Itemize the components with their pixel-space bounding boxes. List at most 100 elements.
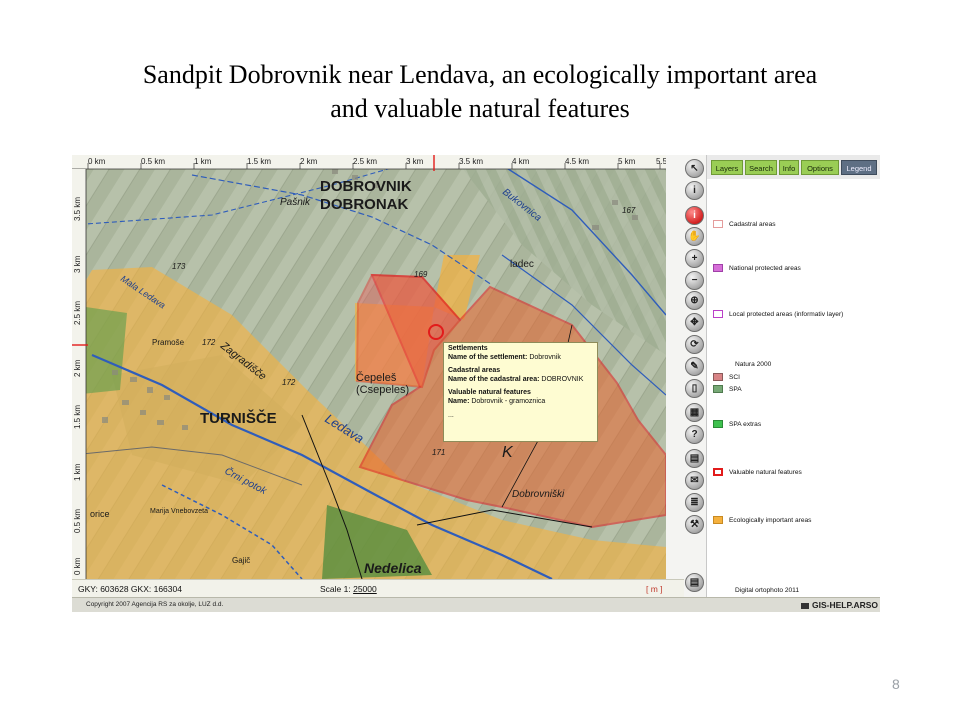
label-cepeles-hu: (Csepeles) — [356, 384, 409, 396]
legend-sci-swatch — [713, 373, 723, 382]
ruler-top-1: 0.5 km — [141, 157, 165, 166]
ruler-top-5: 2.5 km — [353, 157, 377, 166]
print-icon[interactable]: ▤ — [685, 449, 704, 468]
ruler-top-0: 0 km — [88, 157, 106, 166]
gis-viewer: 0 km 0.5 km 1 km 1.5 km 2 km 2.5 km 3 km… — [72, 155, 880, 612]
info-active-icon[interactable]: i — [685, 206, 704, 225]
ruler-left-0: 3.5 km — [73, 197, 82, 221]
legend-sci: SCI — [713, 372, 740, 384]
ruler-left-3: 2 km — [73, 359, 82, 377]
legend-natura-heading: Natura 2000 — [735, 361, 772, 368]
map-view[interactable]: 0 km 0.5 km 1 km 1.5 km 2 km 2.5 km 3 km… — [72, 155, 666, 579]
page-icon[interactable]: ▯ — [685, 379, 704, 398]
label-marija: Marija Vnebovzeta — [150, 508, 208, 515]
ruler-top-4: 2 km — [300, 157, 318, 166]
label-dobronak: DOBRONAK — [320, 196, 408, 213]
label-elev-173: 173 — [172, 262, 186, 271]
legend-valuable: Valuable natural features — [713, 467, 802, 479]
label-orice: orice — [90, 509, 110, 519]
refresh-icon[interactable]: ⟳ — [685, 335, 704, 354]
mail-icon[interactable]: ✉ — [685, 471, 704, 490]
info-icon[interactable]: i — [685, 181, 704, 200]
zoom-in-icon[interactable]: + — [685, 249, 704, 268]
map-icon[interactable]: ▦ — [685, 403, 704, 422]
tab-info[interactable]: Info — [779, 160, 799, 175]
popup-valuable-header: Valuable natural features — [448, 389, 531, 397]
ruler-top-6: 3 km — [406, 157, 424, 166]
ruler-left-6: 0.5 km — [73, 509, 82, 533]
draw-pencil-icon[interactable]: ✎ — [685, 357, 704, 376]
popup-cadastral-header: Cadastral areas — [448, 367, 501, 375]
ruler-top-8: 4 km — [512, 157, 530, 166]
label-elev-169: 169 — [414, 270, 428, 279]
ruler-left-2: 2.5 km — [73, 301, 82, 325]
label-cepeles: Čepeleš — [356, 371, 397, 384]
label-pramose: Pramoše — [152, 338, 185, 347]
ruler-left-1: 3 km — [73, 255, 82, 273]
legend-spa-extras-swatch — [713, 420, 723, 429]
label-gajic: Gajič — [232, 556, 250, 565]
map-toolbar: ↖ i i ✋ + − ⊕ ✥ ⟳ ✎ ▯ ▦? ▤ ✉ ≣ ⚒ ▤ — [684, 159, 706, 592]
label-nedelica: Nedelica — [364, 560, 422, 576]
scale-readout: Scale 1: 25000 — [320, 584, 377, 594]
pointer-icon[interactable]: ↖ — [685, 159, 704, 178]
legend-national: National protected areas — [713, 263, 801, 275]
label-ladec: ladec — [510, 259, 534, 270]
label-elev-167: 167 — [622, 206, 636, 215]
pan-arrows-icon[interactable]: ✥ — [685, 313, 704, 332]
panel-tabs: Layers Search Info Options Legend — [707, 155, 880, 179]
scale-value-link[interactable]: 25000 — [353, 584, 377, 594]
tab-options[interactable]: Options — [801, 160, 839, 175]
mail-icon — [801, 602, 810, 609]
legend-local: Local protected areas (informativ layer) — [713, 309, 843, 321]
slide-title: Sandpit Dobrovnik near Lendava, an ecolo… — [142, 60, 818, 123]
status-bar: GKY: 603628 GKX: 166304 Scale 1: 25000 [… — [72, 579, 684, 598]
label-dobrovniski: Dobrovniški — [512, 489, 565, 500]
legend-spa-swatch — [713, 385, 723, 394]
ruler-left-4: 1.5 km — [73, 405, 82, 429]
ruler-top-10: 5 km — [618, 157, 636, 166]
copyright-text: Copyright 2007 Agencija RS za okolje, LU… — [86, 601, 224, 608]
label-elev-171: 171 — [432, 448, 445, 457]
label-turnisce: TURNIŠČE — [200, 409, 277, 427]
legend-valuable-swatch — [713, 468, 723, 477]
legend-ecological: Ecologically important areas — [713, 515, 811, 527]
ruler-left-5: 1 km — [73, 463, 82, 481]
zoom-extent-icon[interactable]: ⊕ — [685, 291, 704, 310]
popup-settlements-header: Settlements — [448, 345, 488, 352]
slide-number: 8 — [892, 676, 900, 692]
ruler-top-3: 1.5 km — [247, 157, 271, 166]
legend-orthophoto: Digital ortophoto 2011 — [735, 587, 800, 594]
label-elev-172b: 172 — [282, 378, 296, 387]
coordinates-readout: GKY: 603628 GKX: 166304 — [78, 584, 182, 594]
tab-layers[interactable]: Layers — [711, 160, 743, 175]
legend-cadastral-swatch — [713, 220, 723, 229]
brand-link[interactable]: GIS-HELP.ARSO — [801, 600, 878, 610]
label-elev-172a: 172 — [202, 338, 216, 347]
popup-cadastral-row: Name of the cadastral area: DOBROVNIK — [448, 375, 584, 383]
tab-legend[interactable]: Legend — [841, 160, 877, 175]
unit-toggle[interactable]: [ m ] — [646, 584, 663, 594]
layers-icon[interactable]: ▤ — [685, 573, 704, 592]
pan-hand-icon[interactable]: ✋ — [685, 227, 704, 246]
ruler-top-11: 5.5 — [656, 157, 666, 166]
ruler-left-7: 0 km — [73, 557, 82, 575]
popup-settlement-row: Name of the settlement: Dobrovnik — [448, 353, 561, 361]
list-icon[interactable]: ≣ — [685, 493, 704, 512]
tab-search[interactable]: Search — [745, 160, 777, 175]
legend-national-swatch — [713, 264, 723, 273]
label-k: K — [502, 444, 514, 461]
feature-info-popup: Settlements Name of the settlement: Dobr… — [443, 342, 598, 442]
legend-local-swatch — [713, 310, 723, 319]
legend-ecological-swatch — [713, 516, 723, 525]
ruler-top-7: 3.5 km — [459, 157, 483, 166]
popup-valuable-row: Name: Dobrovnik - gramoznica — [448, 397, 546, 405]
zoom-out-icon[interactable]: − — [685, 271, 704, 290]
ruler-top-2: 1 km — [194, 157, 212, 166]
help-icon[interactable]: ? — [685, 425, 704, 444]
tools-icon[interactable]: ⚒ — [685, 515, 704, 534]
legend-spa: SPA — [713, 384, 742, 396]
ruler-top-9: 4.5 km — [565, 157, 589, 166]
legend-cadastral: Cadastral areas — [713, 219, 776, 231]
label-pasnik: Pašnik — [280, 197, 311, 208]
